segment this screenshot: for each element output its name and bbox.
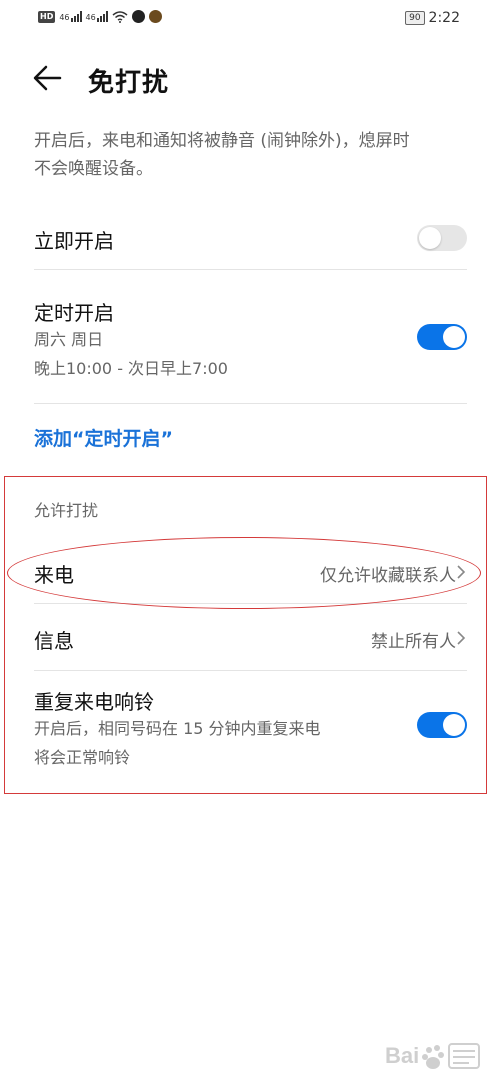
divider xyxy=(34,269,467,270)
clock: 2:22 xyxy=(428,10,460,26)
watermark: Bai xyxy=(383,1036,483,1074)
highlight-rectangle xyxy=(4,476,487,794)
setting-label: 立即开启 xyxy=(34,229,114,253)
app-notification-icon xyxy=(131,10,145,23)
hd-badge: HD xyxy=(38,10,56,23)
description-line: 不会唤醒设备。 xyxy=(34,159,153,179)
app-notification-icon xyxy=(148,10,162,23)
baidu-jingyan-logo-icon: Bai xyxy=(385,1043,480,1069)
header: 免打扰 xyxy=(0,50,500,106)
scheduled-toggle[interactable] xyxy=(417,324,467,350)
immediate-toggle[interactable] xyxy=(417,225,467,251)
signal-icon: 46 xyxy=(59,11,82,22)
highlight-ellipse xyxy=(7,537,481,609)
schedule-days: 周六 周日 xyxy=(34,330,104,349)
svg-text:Bai: Bai xyxy=(385,1043,419,1068)
toggle-knob xyxy=(443,326,465,348)
divider xyxy=(34,403,467,404)
setting-label: 定时开启 xyxy=(34,301,114,325)
network-type-label: 46 xyxy=(85,13,96,22)
back-arrow-icon[interactable] xyxy=(30,62,66,94)
status-bar: HD 46 46 90 2:22 xyxy=(0,0,500,36)
battery-icon: 90 xyxy=(405,11,425,25)
toggle-knob xyxy=(419,227,441,249)
schedule-time: 晚上10:00 - 次日早上7:00 xyxy=(34,359,228,378)
add-schedule-link[interactable]: 添加“定时开启” xyxy=(34,424,173,451)
status-icons-left: HD 46 46 xyxy=(38,10,162,23)
network-type-label: 46 xyxy=(59,13,70,22)
wifi-icon xyxy=(112,10,128,23)
feature-description: 开启后，来电和通知将被静音 (闹钟除外)，熄屏时 不会唤醒设备。 xyxy=(34,127,474,183)
status-icons-right: 90 2:22 xyxy=(405,10,460,26)
signal-icon: 46 xyxy=(86,11,108,22)
description-line: 开启后，来电和通知将被静音 (闹钟除外)，熄屏时 xyxy=(34,131,410,151)
page-title: 免打扰 xyxy=(88,68,170,98)
